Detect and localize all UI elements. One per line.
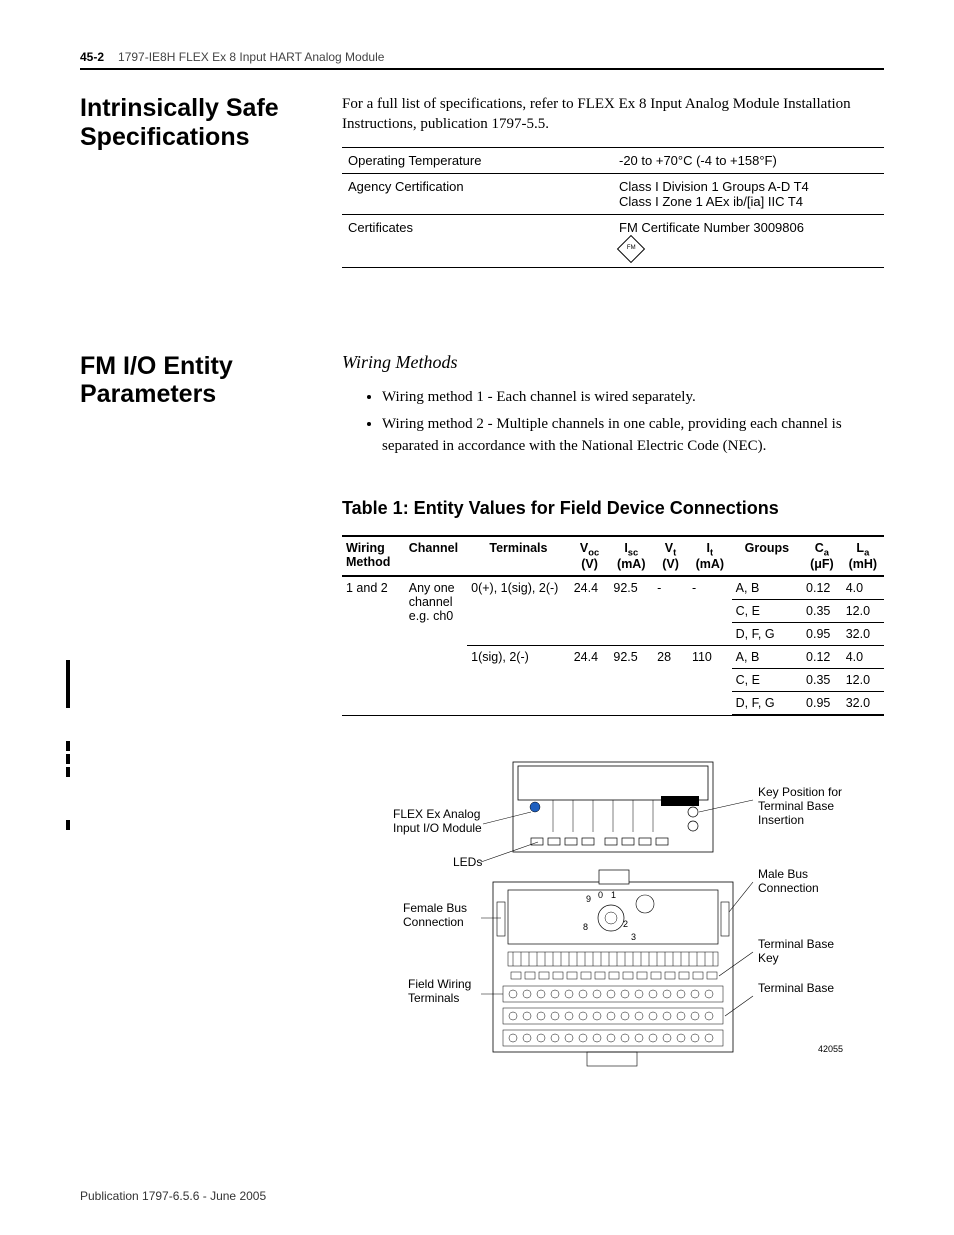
th-ca: Ca(μF) — [802, 536, 842, 577]
page-number: 45-2 — [80, 50, 104, 64]
spec-label: Operating Temperature — [342, 147, 613, 173]
cell-vt: 28 — [653, 646, 688, 716]
spec-value: FM Certificate Number 3009806FM — [613, 214, 884, 267]
svg-text:2: 2 — [623, 919, 628, 929]
cell-voc: 24.4 — [570, 646, 610, 716]
cell-groups: D, F, G — [732, 692, 802, 716]
spec-value: Class I Division 1 Groups A-D T4Class I … — [613, 173, 884, 214]
cell-vt: - — [653, 576, 688, 646]
cell-la: 4.0 — [842, 646, 884, 669]
figure-number: 42055 — [818, 1044, 843, 1054]
cell-la: 12.0 — [842, 600, 884, 623]
svg-text:8: 8 — [583, 922, 588, 932]
svg-text:3: 3 — [631, 932, 636, 942]
table-row: Operating Temperature-20 to +70°C (-4 to… — [342, 147, 884, 173]
label-female-bus: Female BusConnection — [403, 901, 467, 929]
section-fm-io-entity: FM I/O Entity Parameters Wiring Methods … — [80, 352, 884, 1083]
cell-ca: 0.95 — [802, 692, 842, 716]
section-heading: FM I/O Entity Parameters — [80, 352, 332, 410]
wiring-methods-subheading: Wiring Methods — [342, 352, 884, 373]
svg-text:1: 1 — [611, 890, 616, 900]
list-item: Wiring method 1 - Each channel is wired … — [382, 387, 884, 409]
th-la: La(mH) — [842, 536, 884, 577]
change-bar — [66, 767, 70, 777]
cell-ca: 0.95 — [802, 623, 842, 646]
th-it: It(mA) — [688, 536, 732, 577]
th-terminals: Terminals — [467, 536, 570, 577]
cell-it: - — [688, 576, 732, 646]
th-wiring-method: Wiring Method — [342, 536, 405, 577]
wiring-methods-list: Wiring method 1 - Each channel is wired … — [342, 387, 884, 458]
page: 45-2 1797-IE8H FLEX Ex 8 Input HART Anal… — [0, 0, 954, 1235]
th-voc: Voc(V) — [570, 536, 610, 577]
spec-label: Agency Certification — [342, 173, 613, 214]
entity-values-table: Wiring Method Channel Terminals Voc(V) I… — [342, 535, 884, 717]
cell-it: 110 — [688, 646, 732, 716]
label-male-bus: Male BusConnection — [758, 867, 819, 895]
change-bar — [66, 741, 70, 751]
cell-wiring: 1 and 2 — [342, 576, 405, 715]
svg-text:9: 9 — [586, 894, 591, 904]
entity-table-title: Table 1: Entity Values for Field Device … — [342, 498, 884, 519]
cell-isc: 92.5 — [609, 646, 653, 716]
spec-label: Certificates — [342, 214, 613, 267]
svg-text:0: 0 — [598, 890, 603, 900]
cell-groups: A, B — [732, 646, 802, 669]
cell-ca: 0.35 — [802, 669, 842, 692]
list-item: Wiring method 2 - Multiple channels in o… — [382, 414, 884, 458]
label-field-wiring: Field WiringTerminals — [408, 977, 471, 1005]
module-diagram: FLEX Ex — [342, 752, 884, 1082]
cell-la: 4.0 — [842, 576, 884, 600]
table-row: Agency CertificationClass I Division 1 G… — [342, 173, 884, 214]
cell-la: 12.0 — [842, 669, 884, 692]
th-vt: Vt(V) — [653, 536, 688, 577]
cell-la: 32.0 — [842, 692, 884, 716]
change-bar — [66, 820, 70, 830]
label-module: FLEX Ex AnalogInput I/O Module — [393, 807, 482, 835]
cell-terminals: 0(+), 1(sig), 2(-) — [467, 576, 570, 646]
change-bar — [66, 754, 70, 764]
spec-table: Operating Temperature-20 to +70°C (-4 to… — [342, 147, 884, 268]
label-terminal-base: Terminal Base — [758, 981, 834, 995]
th-groups: Groups — [732, 536, 802, 577]
running-header: 45-2 1797-IE8H FLEX Ex 8 Input HART Anal… — [80, 50, 884, 70]
brand-label: FLEX Ex — [662, 796, 698, 806]
cell-ca: 0.35 — [802, 600, 842, 623]
cell-groups: C, E — [732, 600, 802, 623]
table-row: CertificatesFM Certificate Number 300980… — [342, 214, 884, 267]
cell-voc: 24.4 — [570, 576, 610, 646]
spec-value: -20 to +70°C (-4 to +158°F) — [613, 147, 884, 173]
cell-terminals: 1(sig), 2(-) — [467, 646, 570, 716]
cell-ca: 0.12 — [802, 646, 842, 669]
label-terminal-base-key: Terminal BaseKey — [758, 937, 834, 965]
change-bar — [66, 660, 70, 708]
publication-footer: Publication 1797-6.5.6 - June 2005 — [80, 1189, 266, 1203]
cell-groups: C, E — [732, 669, 802, 692]
cell-groups: A, B — [732, 576, 802, 600]
cell-ca: 0.12 — [802, 576, 842, 600]
section-heading: Intrinsically Safe Specifications — [80, 94, 332, 152]
cell-isc: 92.5 — [609, 576, 653, 646]
cell-channel: Any one channel e.g. ch0 — [405, 576, 467, 715]
doc-title: 1797-IE8H FLEX Ex 8 Input HART Analog Mo… — [118, 50, 384, 64]
th-isc: Isc(mA) — [609, 536, 653, 577]
label-key-position: Key Position forTerminal BaseInsertion — [758, 785, 842, 827]
section-intrinsically-safe: Intrinsically Safe Specifications For a … — [80, 94, 884, 268]
cell-groups: D, F, G — [732, 623, 802, 646]
th-channel: Channel — [405, 536, 467, 577]
fm-icon: FM — [617, 234, 645, 262]
table-row: 1 and 2 Any one channel e.g. ch0 0(+), 1… — [342, 576, 884, 600]
intro-paragraph: For a full list of specifications, refer… — [342, 94, 884, 135]
cell-la: 32.0 — [842, 623, 884, 646]
label-leds: LEDs — [453, 855, 482, 869]
